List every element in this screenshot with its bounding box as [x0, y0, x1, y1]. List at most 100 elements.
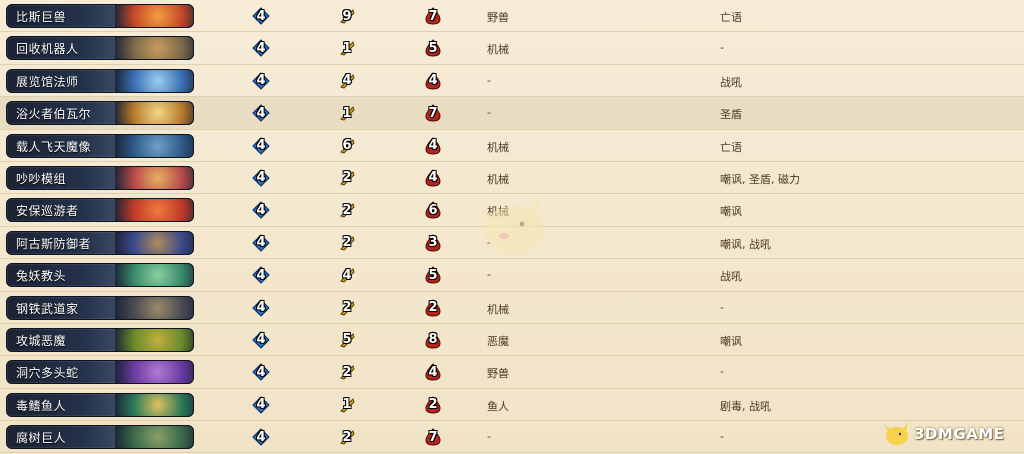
card-keywords: 嘲讽: [720, 334, 742, 348]
attack-sword-icon-value: 2: [342, 364, 352, 380]
card-keywords: -: [720, 41, 724, 55]
mana-crystal-icon-value: 4: [256, 397, 266, 413]
health-drop-icon-value: 3: [428, 235, 438, 251]
attack-sword-icon: 2: [338, 169, 356, 187]
card-name-plate[interactable]: 浴火者伯瓦尔: [6, 101, 194, 126]
mana-crystal-icon-value: 4: [256, 138, 266, 154]
table-row: 比斯巨兽 4 9 7 野兽 亡语: [0, 0, 1024, 33]
card-name-plate[interactable]: 攻城恶魔: [6, 327, 194, 352]
card-name-plate[interactable]: 毒鳍鱼人: [6, 392, 194, 417]
attack-sword-icon-value: 1: [342, 40, 352, 56]
mana-crystal-icon: 4: [252, 7, 270, 25]
mana-crystal-icon: 4: [252, 39, 270, 58]
attack-sword-icon-value: 5: [342, 332, 352, 348]
attack-sword-icon: 2: [338, 234, 356, 252]
card-race: 野兽: [487, 11, 509, 24]
health-drop-icon-value: 6: [428, 202, 438, 218]
health-drop-icon-value: 4: [428, 170, 438, 186]
card-name-plate[interactable]: 展览馆法师: [6, 68, 194, 93]
attack-sword-icon: 1: [338, 104, 356, 122]
card-race: 机械: [487, 43, 509, 57]
card-keywords: 圣盾: [720, 108, 742, 122]
table-row: 回收机器人 4 1 5 机械 -: [0, 32, 1024, 65]
card-name-plate[interactable]: 载人飞天魔像: [6, 133, 194, 158]
mana-crystal-icon-value: 4: [256, 300, 266, 316]
card-name-plate[interactable]: 兔妖教头: [6, 263, 194, 288]
card-name-plate[interactable]: 腐树巨人: [6, 425, 194, 450]
card-art: [115, 166, 193, 189]
card-keywords: 嘲讽, 战吼: [720, 237, 771, 251]
health-drop-icon-value: 7: [428, 105, 438, 121]
card-art: [115, 37, 193, 60]
card-name: 攻城恶魔: [16, 333, 67, 348]
mana-crystal-icon: 4: [252, 266, 270, 284]
attack-sword-icon: 4: [338, 72, 356, 90]
card-race: 机械: [487, 302, 509, 316]
card-name-plate[interactable]: 洞穴多头蛇: [6, 360, 194, 385]
card-race: -: [487, 430, 491, 444]
card-race: 机械: [487, 172, 509, 186]
attack-sword-icon-value: 4: [342, 267, 352, 283]
card-name-plate[interactable]: 回收机器人: [6, 36, 194, 61]
card-keywords: 嘲讽, 圣盾, 磁力: [720, 172, 800, 186]
card-name: 洞穴多头蛇: [16, 366, 79, 381]
card-race: 机械: [487, 140, 509, 154]
mana-crystal-icon-value: 4: [256, 8, 266, 24]
card-name: 比斯巨兽: [16, 10, 67, 24]
card-name-plate[interactable]: 吵吵模组: [6, 165, 194, 190]
mana-crystal-icon: 4: [252, 298, 270, 317]
card-name: 钢铁武道家: [16, 301, 79, 316]
health-drop-icon-value: 5: [428, 40, 438, 56]
health-drop-icon-value: 4: [428, 138, 438, 154]
card-name-plate[interactable]: 比斯巨兽: [6, 4, 194, 28]
card-keywords: 战吼: [720, 75, 742, 89]
card-name: 载人飞天魔像: [16, 139, 92, 154]
attack-sword-icon: 1: [338, 39, 356, 57]
card-name: 安保巡游者: [16, 204, 79, 219]
card-art: [115, 264, 193, 287]
attack-sword-icon-value: 1: [342, 105, 352, 121]
health-drop-icon-value: 7: [428, 429, 438, 445]
card-name: 吵吵模组: [16, 171, 67, 186]
attack-sword-icon-value: 2: [342, 300, 352, 316]
card-art: [115, 199, 193, 222]
card-race: -: [487, 106, 491, 120]
health-drop-icon-value: 4: [428, 364, 438, 380]
card-keywords: -: [720, 300, 724, 314]
card-race: 恶魔: [487, 334, 509, 348]
card-keywords: -: [720, 365, 724, 379]
attack-sword-icon-value: 9: [342, 8, 352, 24]
card-art: [115, 102, 193, 125]
card-keywords: 亡语: [720, 140, 742, 154]
attack-sword-icon-value: 2: [342, 170, 352, 186]
attack-sword-icon: 9: [338, 7, 356, 25]
mana-crystal-icon-value: 4: [256, 40, 266, 56]
card-keywords: 亡语: [720, 11, 742, 24]
mana-crystal-icon-value: 4: [256, 364, 266, 380]
card-name-plate[interactable]: 阿古斯防御者: [6, 230, 194, 255]
health-drop-icon-value: 8: [428, 332, 438, 348]
mana-crystal-icon: 4: [252, 169, 270, 187]
attack-sword-icon-value: 1: [342, 397, 352, 413]
watermark-mascot-icon: [480, 198, 544, 254]
card-name-plate[interactable]: 钢铁武道家: [6, 295, 194, 320]
health-drop-icon: 4: [424, 169, 442, 187]
card-keywords: -: [720, 430, 724, 444]
card-name: 浴火者伯瓦尔: [16, 107, 92, 122]
health-drop-icon: 7: [424, 7, 442, 25]
card-art: [115, 426, 193, 449]
card-name: 腐树巨人: [16, 431, 67, 446]
health-drop-icon: 4: [424, 363, 442, 381]
mana-crystal-icon: 4: [252, 136, 270, 155]
card-name: 展览馆法师: [16, 74, 79, 89]
attack-sword-icon: 2: [338, 299, 356, 317]
card-name-plate[interactable]: 安保巡游者: [6, 198, 194, 223]
card-keywords: 战吼: [720, 270, 742, 284]
mana-crystal-icon: 4: [252, 331, 270, 349]
table-row: 腐树巨人 4 2 7 - -: [0, 421, 1024, 454]
card-name: 阿古斯防御者: [16, 236, 92, 251]
table-row: 浴火者伯瓦尔 4 1 7 - 圣盾: [0, 97, 1024, 130]
mana-crystal-icon: 4: [252, 363, 270, 382]
health-drop-icon: 8: [424, 331, 442, 349]
attack-sword-icon: 2: [338, 201, 356, 219]
